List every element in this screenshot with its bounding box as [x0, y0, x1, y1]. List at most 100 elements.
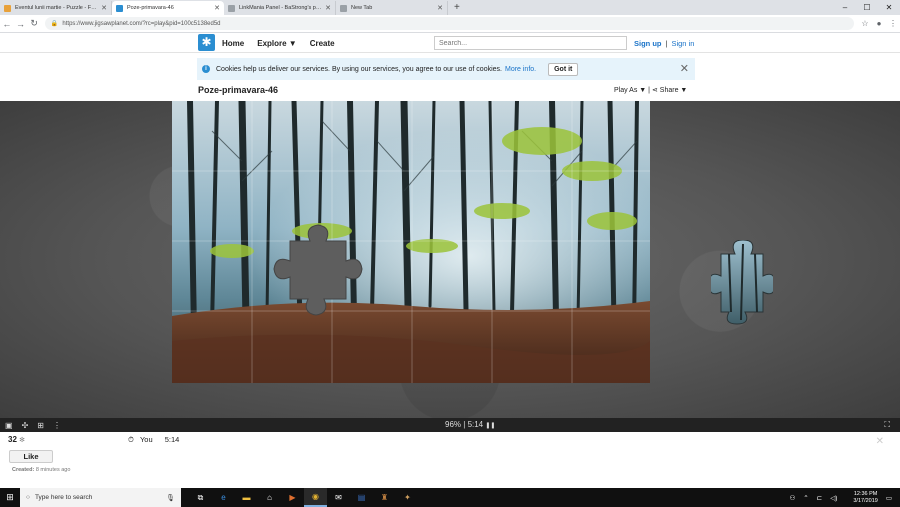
mail-icon[interactable]: ✉ [327, 488, 350, 507]
reload-icon[interactable]: ↻ [27, 18, 41, 29]
tab-label: Poze-primavara-46 [127, 5, 174, 11]
nav-home[interactable]: Home [222, 39, 244, 48]
taskbar-search-placeholder: Type here to search [34, 494, 93, 501]
tab-favicon-icon [4, 4, 11, 12]
cookie-notice: i Cookies help us deliver our services. … [197, 58, 695, 80]
tab-label: LinkMania Panel - BaStrong's pro... [239, 5, 323, 11]
tab-linkmania[interactable]: LinkMania Panel - BaStrong's pro... ✕ [224, 1, 336, 15]
nav-explore[interactable]: Explore ▼ [257, 39, 296, 48]
site-nav: Home Explore ▼ Create [222, 33, 348, 53]
page-title: Poze-primavara-46 [198, 85, 279, 95]
tray-expand-icon[interactable]: ⌃ [803, 494, 808, 502]
menu-kebab-icon[interactable]: ⋮ [886, 19, 900, 28]
grid-icon[interactable]: ⊞ [37, 421, 44, 430]
created-label: Created: [12, 467, 35, 473]
taskbar-search[interactable]: ○ Type here to search 🎙 [20, 488, 181, 507]
new-tab-button[interactable]: + [454, 1, 460, 15]
created-info: Created: 8 minutes ago [12, 467, 70, 473]
tab-label: New Tab [351, 5, 373, 11]
jigsawplanet-logo-icon[interactable]: ✱ [198, 34, 215, 51]
close-icon[interactable]: ✕ [876, 436, 884, 447]
people-icon[interactable]: ⚇ [789, 494, 795, 502]
tab-favicon-icon [116, 4, 123, 12]
puzzle-control-bar: ▣ ✣ ⊞ ⋮ 96% | 5:14 ❚❚ ⛶ [0, 418, 900, 432]
forward-arrow-icon[interactable]: → [14, 19, 28, 29]
lock-icon: 🔒 [50, 21, 59, 27]
close-tab-icon[interactable]: ✕ [214, 4, 220, 12]
close-tab-icon[interactable]: ✕ [325, 4, 331, 12]
task-view-icon[interactable]: ⧉ [189, 488, 212, 507]
bookmark-star-icon[interactable]: ☆ [858, 19, 872, 28]
app-icon[interactable]: ✦ [396, 488, 419, 507]
loose-puzzle-piece[interactable] [711, 240, 773, 326]
piece-count: 32 ✻ [8, 435, 25, 444]
address-bar[interactable]: 🔒 https://www.jigsawplanet.com/?rc=play&… [44, 17, 854, 30]
sign-up-link[interactable]: Sign up [634, 39, 662, 48]
tab-new-tab[interactable]: New Tab ✕ [336, 1, 448, 15]
edge-icon[interactable]: e [212, 488, 235, 507]
elapsed-time: 5:14 [467, 420, 484, 429]
network-icon[interactable]: ⊏ [817, 494, 822, 502]
clock-date: 3/17/2019 [853, 497, 878, 504]
tab-favicon-icon [228, 4, 235, 12]
close-window-icon[interactable]: ✕ [878, 0, 900, 15]
notifications-icon[interactable]: ▭ [886, 494, 892, 502]
game-icon[interactable]: ♜ [373, 488, 396, 507]
created-value: 8 minutes ago [35, 467, 71, 473]
file-explorer-icon[interactable]: ▬ [235, 488, 258, 507]
puzzle-image [172, 101, 650, 383]
close-tab-icon[interactable]: ✕ [437, 4, 443, 12]
profile-icon[interactable]: ● [872, 19, 886, 28]
progress-indicator: 96% | 5:14 ❚❚ [445, 420, 495, 429]
separator: | [665, 38, 668, 48]
taskbar-clock[interactable]: 12:36 PM 3/17/2019 [853, 491, 877, 505]
clock-time: 12:36 PM [853, 490, 878, 497]
word-icon[interactable]: ▤ [350, 488, 373, 507]
puzzle-stats: 32 ✻ ⏱ You 5:14 Like Created: 8 minutes … [0, 432, 900, 488]
sign-in-link[interactable]: Sign in [671, 39, 694, 48]
auth-links: Sign up | Sign in [634, 33, 694, 53]
puzzle-actions: Play As ▼ | ⋖ Share ▼ [614, 86, 687, 94]
puzzle-workspace[interactable] [0, 101, 900, 418]
search-input[interactable] [434, 36, 627, 50]
player-time: 5:14 [164, 435, 180, 444]
cookie-text: Cookies help us deliver our services. By… [216, 65, 502, 73]
windows-start-icon[interactable]: ⊞ [0, 492, 20, 503]
preview-image-icon[interactable]: ▣ [5, 421, 13, 430]
more-options-icon[interactable]: ⋮ [53, 421, 61, 430]
minimize-icon[interactable]: – [834, 0, 856, 15]
info-icon: i [202, 65, 210, 73]
puzzle-pieces-icon: ✻ [19, 437, 26, 444]
piece-count-value: 32 [8, 435, 17, 444]
tab-poze-primavara[interactable]: Poze-primavara-46 ✕ [112, 1, 224, 15]
microphone-icon[interactable]: 🎙 [166, 494, 175, 502]
pause-icon[interactable]: ❚❚ [485, 423, 495, 429]
media-player-icon[interactable]: ▶ [281, 488, 304, 507]
best-time: ⏱ You 5:14 [128, 435, 179, 445]
back-arrow-icon[interactable]: ← [0, 19, 14, 29]
tab-favicon-icon [340, 4, 347, 12]
chrome-icon[interactable]: ◉ [304, 488, 327, 507]
volume-icon[interactable]: ◁) [830, 494, 837, 502]
close-tab-icon[interactable]: ✕ [101, 4, 107, 12]
player-name: You [139, 435, 153, 444]
play-as-button[interactable]: Play As ▼ [614, 87, 646, 94]
fullscreen-icon[interactable]: ⛶ [884, 420, 890, 430]
browser-toolbar: ← → ↻ 🔒 https://www.jigsawplanet.com/?rc… [0, 15, 900, 33]
taskbar-apps: ⧉ e ▬ ⌂ ▶ ◉ ✉ ▤ ♜ ✦ [189, 488, 419, 507]
nav-create[interactable]: Create [310, 39, 335, 48]
scatter-pieces-icon[interactable]: ✣ [22, 421, 29, 430]
tab-eventul[interactable]: Eventul lunii martie - Puzzle - Fo... ✕ [0, 1, 112, 15]
maximize-icon[interactable]: ☐ [856, 0, 878, 15]
more-info-link[interactable]: More info. [505, 66, 536, 73]
got-it-button[interactable]: Got it [548, 62, 579, 76]
puzzle-board[interactable] [172, 101, 650, 383]
like-button[interactable]: Like [9, 450, 53, 463]
tab-label: Eventul lunii martie - Puzzle - Fo... [15, 5, 99, 11]
close-icon[interactable]: ✕ [680, 62, 689, 75]
browser-window: Eventul lunii martie - Puzzle - Fo... ✕ … [0, 0, 900, 507]
store-icon[interactable]: ⌂ [258, 488, 281, 507]
share-button[interactable]: Share ▼ [660, 87, 688, 94]
url-text: https://www.jigsawplanet.com/?rc=play&pi… [62, 20, 221, 27]
puzzle-tools: ▣ ✣ ⊞ ⋮ [0, 421, 70, 430]
